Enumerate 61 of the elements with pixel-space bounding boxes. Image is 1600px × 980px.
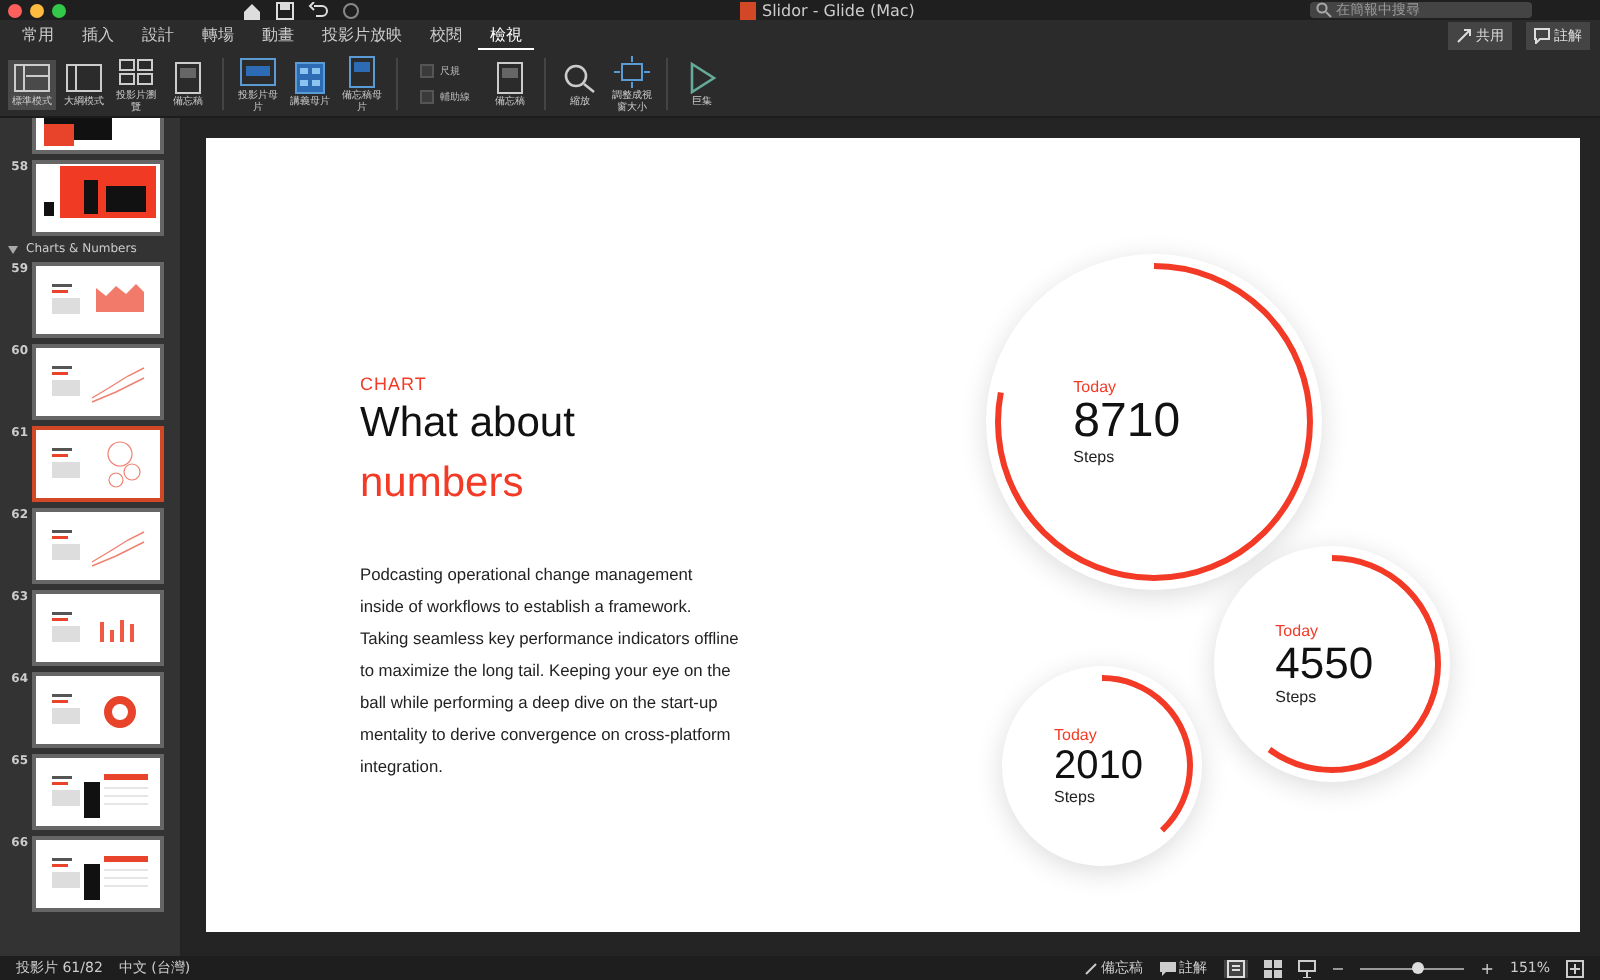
ribbon-tab[interactable]: 轉場: [190, 22, 246, 50]
slide-thumbnail[interactable]: [32, 262, 164, 338]
minimize-button[interactable]: [30, 3, 44, 17]
comment-icon: [1534, 28, 1550, 44]
zoom-thumb[interactable]: [1411, 961, 1424, 973]
stat-label: Today: [1073, 377, 1119, 396]
stat-label: Today: [1054, 726, 1099, 744]
zoom-button[interactable]: [52, 3, 66, 17]
undo-icon[interactable]: [308, 1, 328, 19]
search-icon: [562, 61, 598, 93]
home-icon[interactable]: [242, 1, 262, 19]
slide-thumbnail[interactable]: [32, 344, 164, 420]
slide-eyebrow: CHART: [360, 374, 429, 394]
fit-window-icon: [614, 55, 650, 87]
presenter-icon[interactable]: [1297, 959, 1316, 977]
stat-value: 8710: [1073, 395, 1183, 449]
zoom-in-button[interactable]: +: [1480, 959, 1494, 977]
ribbon-tab[interactable]: 檢視: [478, 22, 534, 50]
stat-label: Today: [1275, 621, 1321, 640]
stat-unit: Steps: [1054, 788, 1097, 806]
ribbon-tab[interactable]: 投影片放映: [310, 22, 414, 50]
ribbon-tab[interactable]: 校閱: [418, 22, 474, 50]
window-title: Slidor - Glide (Mac): [740, 1, 915, 19]
stat-value: 4550: [1275, 639, 1376, 689]
stat-unit: Steps: [1073, 448, 1117, 467]
ribbon-tab[interactable]: 動畫: [250, 22, 306, 50]
slide-thumbnail[interactable]: [32, 508, 164, 584]
ribbon-tab[interactable]: 設計: [130, 22, 186, 50]
normal-view-icon[interactable]: [1223, 959, 1248, 977]
stat-value: 2010: [1054, 744, 1145, 788]
slide-thumbnail[interactable]: [32, 836, 164, 912]
layout-icon: [240, 55, 276, 87]
slide-thumbnail[interactable]: [32, 754, 164, 830]
slide-paragraph: Podcasting operational change management inside of workflows to establish a framework. Taking seamless key performance indicators offline to maximize the long tail. Keeping your eye on the ball while performing a deep dive on the start-up mentality to derive convergence on cross-platform integration.: [360, 562, 740, 780]
collapse-icon[interactable]: [8, 245, 18, 253]
layout-icon: [292, 61, 328, 93]
zoom-out-button[interactable]: −: [1331, 959, 1345, 977]
comment-icon: [1159, 961, 1176, 975]
fit-window-icon[interactable]: [1566, 959, 1584, 977]
layout-icon: [66, 61, 102, 93]
slide-thumbnail[interactable]: [32, 160, 164, 236]
slide-thumbnail[interactable]: [32, 426, 164, 502]
ribbon-tab[interactable]: 插入: [70, 22, 126, 50]
ribbon-tab[interactable]: 常用: [10, 22, 66, 50]
notes-icon: [1083, 961, 1098, 975]
document-icon: [740, 1, 756, 19]
share-icon: [1456, 28, 1472, 44]
layout-icon: [170, 61, 206, 93]
layout-icon: [14, 61, 50, 93]
layout-icon: [492, 61, 528, 93]
stat-unit: Steps: [1275, 688, 1319, 707]
grid-view-icon[interactable]: [1263, 959, 1282, 977]
layout-icon: [118, 55, 154, 87]
search-icon: [1316, 2, 1332, 18]
slide-heading: What about: [360, 398, 577, 450]
save-icon[interactable]: [276, 1, 294, 19]
slide-heading: numbers: [360, 458, 526, 510]
layout-icon: [344, 55, 380, 87]
slide-thumbnail[interactable]: [32, 590, 164, 666]
slide-thumbnail[interactable]: [32, 672, 164, 748]
close-button[interactable]: [8, 3, 22, 17]
